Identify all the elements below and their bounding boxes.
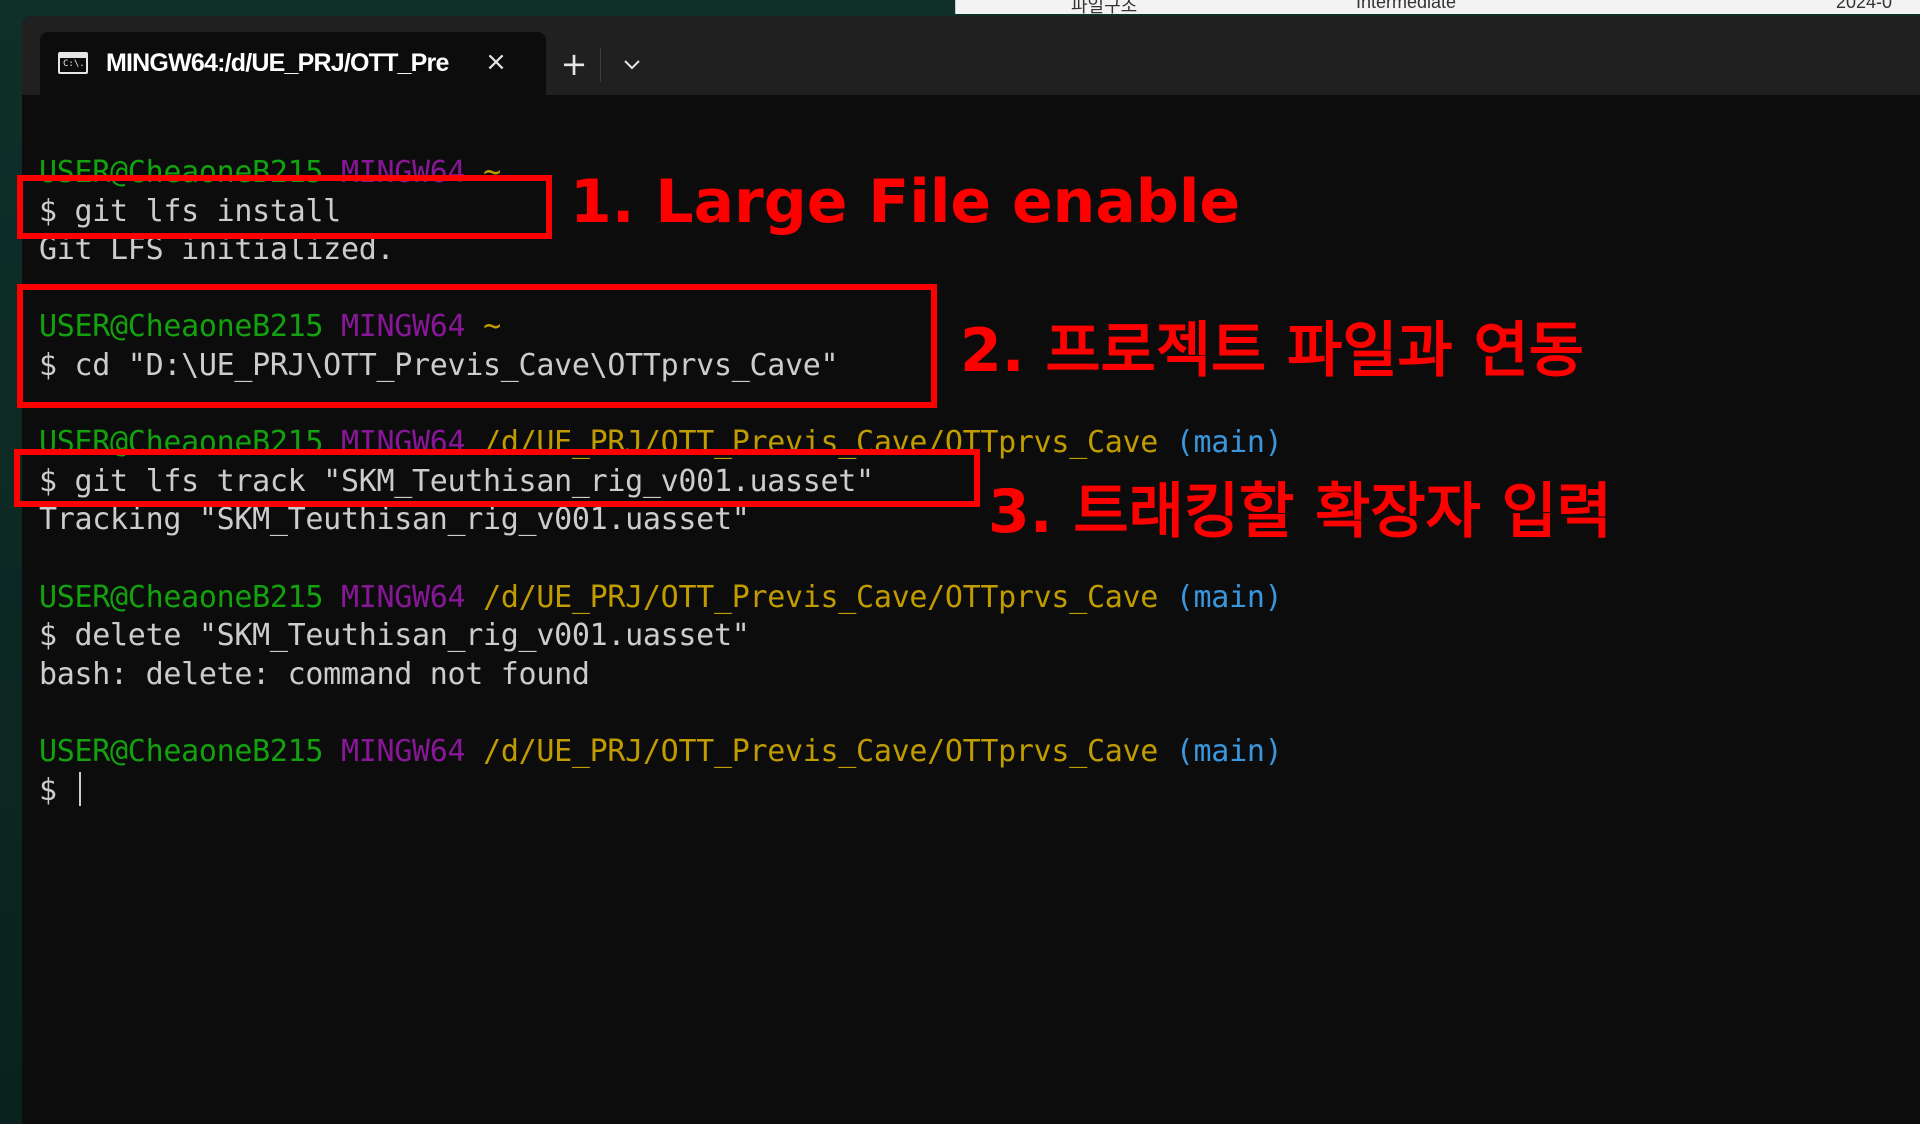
bg-label-folder-structure: 파일구조: [1071, 0, 1138, 14]
desktop-background: 파일구조 Intermediate 2024-0 C:\. MINGW64:/d…: [0, 0, 1920, 1124]
prompt-line: USER@CheaoneB215 MINGW64 /d/UE_PRJ/OTT_P…: [39, 733, 1283, 769]
console-icon: C:\.: [58, 52, 88, 74]
output-line: bash: delete: command not found: [39, 656, 590, 692]
chevron-down-icon[interactable]: [610, 46, 654, 86]
tab-mingw64[interactable]: C:\. MINGW64:/d/UE_PRJ/OTT_Pre ×: [40, 32, 546, 95]
text-cursor: [78, 771, 81, 806]
new-tab-button[interactable]: +: [552, 44, 596, 84]
annotation-1: 1. Large File enable: [570, 167, 1241, 237]
annotation-2: 2. 프로젝트 파일과 연동: [960, 316, 1585, 386]
close-icon[interactable]: ×: [480, 46, 512, 78]
tab-divider: [600, 48, 601, 82]
input-line[interactable]: $: [39, 771, 1899, 811]
highlight-box-1: [17, 175, 552, 239]
annotation-3: 3. 트래킹할 확장자 입력: [988, 477, 1613, 547]
tab-title: MINGW64:/d/UE_PRJ/OTT_Pre: [106, 49, 449, 77]
prompt-line: USER@CheaoneB215 MINGW64 /d/UE_PRJ/OTT_P…: [39, 579, 1283, 615]
command-line: $ delete "SKM_Teuthisan_rig_v001.uasset": [39, 618, 750, 654]
highlight-box-3: [14, 449, 980, 507]
background-file-explorer: 파일구조 Intermediate 2024-0: [955, 0, 1920, 14]
highlight-box-2: [17, 284, 937, 408]
prompt-symbol: $: [39, 772, 57, 808]
output-line: Tracking "SKM_Teuthisan_rig_v001.uasset": [39, 502, 750, 538]
bg-label-intermediate: Intermediate: [1356, 0, 1457, 12]
bg-label-date: 2024-0: [1836, 0, 1893, 12]
tab-bar: C:\. MINGW64:/d/UE_PRJ/OTT_Pre × +: [22, 16, 1920, 95]
